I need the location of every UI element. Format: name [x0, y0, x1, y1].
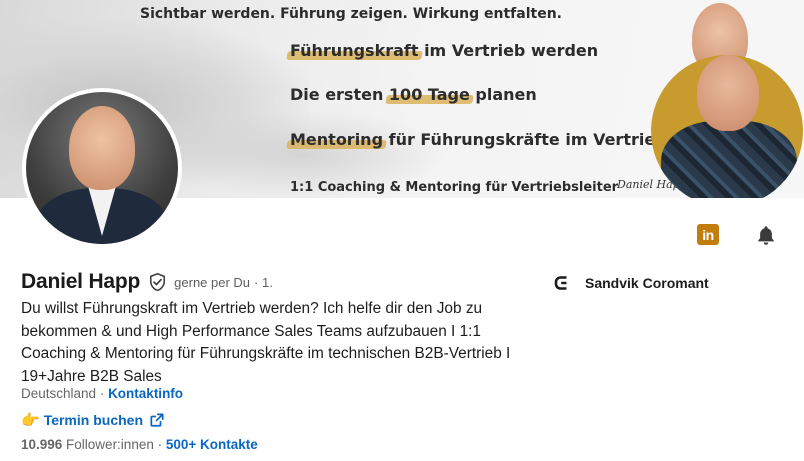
sandvik-logo-icon — [554, 275, 570, 291]
followers-row: 10.996 Follower:innen · 500+ Kontakte — [21, 437, 258, 452]
pronoun-text: gerne per Du — [174, 274, 251, 290]
profile-headline: Du willst Führungskraft im Vertrieb werd… — [21, 300, 511, 385]
banner-line-4: 1:1 Coaching & Mentoring für Vertriebsle… — [290, 180, 619, 195]
banner-portrait-shirt — [661, 121, 797, 198]
banner-portrait-photo — [651, 55, 803, 198]
linkedin-icon[interactable]: in — [697, 224, 719, 245]
banner-highlight: 100 Tage — [388, 85, 470, 104]
termin-buchen-link[interactable]: Termin buchen — [44, 412, 143, 428]
profile-avatar[interactable] — [22, 88, 182, 248]
banner-line-2-rest: planen — [469, 85, 537, 104]
pointing-hand-icon: 👉 — [21, 412, 40, 429]
banner-line-2: Die ersten 100 Tage planen — [290, 85, 537, 104]
profile-name: Daniel Happ — [21, 270, 141, 293]
verified-shield-icon[interactable] — [148, 272, 167, 292]
current-company[interactable]: Sandvik Coromant — [554, 275, 709, 291]
profile-name-row: Daniel Happ gerne per Du · 1. — [21, 270, 273, 294]
avatar-photo — [26, 92, 178, 244]
location-row: Deutschland · Kontaktinfo — [21, 386, 183, 401]
location-text: Deutschland — [21, 386, 97, 401]
bell-icon[interactable] — [755, 224, 777, 246]
separator-dot: · — [96, 386, 109, 401]
connections-link[interactable]: 500+ Kontakte — [166, 437, 258, 452]
banner-line-1-rest: im Vertrieb werden — [418, 41, 599, 60]
profile-card: Sichtbar werden. Führung zeigen. Wirkung… — [0, 0, 804, 461]
separator-dot: · — [153, 437, 166, 452]
followers-label: Follower:innen — [62, 437, 154, 452]
company-name: Sandvik Coromant — [585, 275, 709, 291]
banner-line-1: Führungskraft im Vertrieb werden — [290, 41, 598, 60]
avatar-face — [69, 106, 135, 190]
banner-line-2-pre: Die ersten — [290, 85, 389, 104]
contact-info-link[interactable]: Kontaktinfo — [108, 386, 183, 401]
banner-line-3-rest: für Führungskräfte im Vertrieb — [383, 130, 667, 149]
banner-highlight: Mentoring — [290, 130, 384, 149]
banner-portrait-face — [697, 55, 759, 131]
followers-count: 10.996 — [21, 437, 63, 452]
booking-row: 👉 Termin buchen — [21, 411, 164, 429]
banner-line-3: Mentoring für Führungskräfte im Vertrieb — [290, 130, 667, 149]
banner-highlight: Führungskraft — [290, 41, 419, 60]
external-link-icon[interactable] — [150, 413, 164, 427]
banner-tagline: Sichtbar werden. Führung zeigen. Wirkung… — [140, 6, 562, 22]
connection-degree: · 1. — [254, 274, 273, 290]
